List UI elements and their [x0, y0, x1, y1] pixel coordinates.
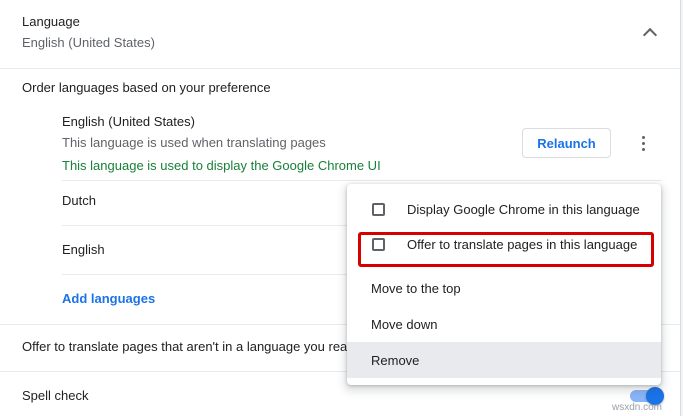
menu-item-remove[interactable]: Remove [347, 342, 661, 378]
spell-check-label: Spell check [22, 388, 89, 403]
menu-item-display-chrome[interactable]: Display Google Chrome in this language [347, 191, 661, 227]
checkbox-display-chrome[interactable] [372, 203, 385, 216]
ui-language-note: This language is used to display the Goo… [62, 158, 381, 173]
offer-translate-label: Offer to translate pages that aren't in … [22, 339, 348, 354]
add-languages-link[interactable]: Add languages [62, 291, 155, 306]
watermark-text: wsxdn.com [612, 402, 663, 413]
collapse-button[interactable] [638, 22, 662, 43]
more-vert-icon[interactable] [636, 134, 650, 152]
chevron-up-icon [642, 27, 658, 43]
divider [62, 225, 362, 226]
language-context-menu: Display Google Chrome in this language O… [347, 184, 661, 385]
divider [62, 180, 662, 181]
language-section-title: Language [22, 14, 80, 29]
divider [0, 68, 680, 69]
menu-item-move-to-top[interactable]: Move to the top [347, 270, 661, 306]
language-name-english-us: English (United States) [62, 114, 195, 129]
menu-item-label: Move down [371, 317, 438, 332]
highlight-annotation [358, 232, 654, 267]
menu-item-move-down[interactable]: Move down [347, 306, 661, 342]
language-section-subtitle: English (United States) [22, 35, 155, 50]
menu-item-label: Display Google Chrome in this language [407, 202, 640, 217]
menu-item-label: Move to the top [371, 281, 461, 296]
languages-settings-card: Language English (United States) Order l… [0, 0, 681, 416]
language-name-english: English [62, 242, 105, 257]
divider [62, 274, 362, 275]
order-languages-label: Order languages based on your preference [22, 80, 271, 95]
menu-item-label: Remove [371, 353, 420, 368]
translate-language-note: This language is used when translating p… [62, 135, 326, 150]
language-name-dutch: Dutch [62, 193, 96, 208]
relaunch-button[interactable]: Relaunch [522, 128, 611, 158]
